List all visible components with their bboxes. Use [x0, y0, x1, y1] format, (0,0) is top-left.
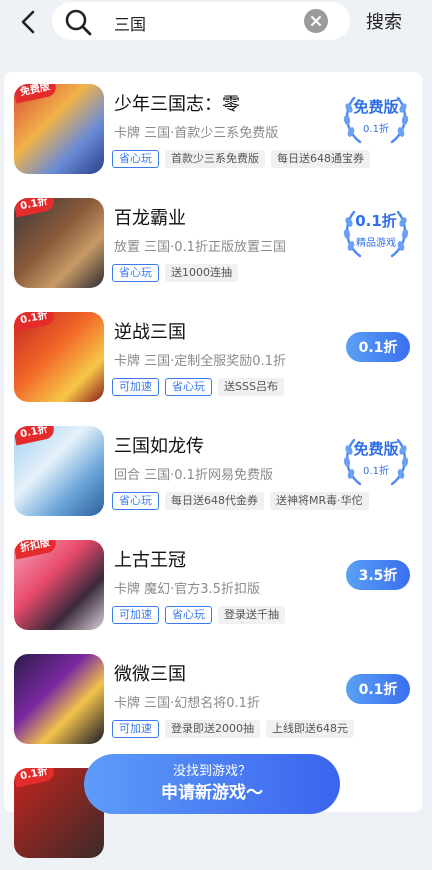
game-list: 免费版 少年三国志：零 卡牌 三国·首款少三系免费版 省心玩 首款少三系免费版 每日… — [4, 72, 422, 858]
request-game-label: 申请新游戏～ — [161, 783, 263, 803]
game-tag: 可加速 — [112, 378, 159, 396]
game-icon[interactable] — [14, 654, 104, 744]
search-icon — [65, 9, 92, 36]
game-tag: 省心玩 — [112, 150, 159, 168]
clear-search-button[interactable] — [304, 9, 328, 33]
game-title[interactable]: 少年三国志：零 — [114, 90, 240, 116]
game-title[interactable]: 三国如龙传 — [114, 432, 204, 458]
game-tag: 每日送648代金券 — [165, 492, 264, 510]
game-title[interactable]: 微微三国 — [114, 660, 186, 686]
game-tag: 首款少三系免费版 — [165, 150, 265, 168]
corner-label: 0.1折 — [14, 198, 56, 218]
game-title[interactable]: 上古王冠 — [114, 546, 186, 572]
corner-label: 0.1折 — [14, 426, 56, 446]
game-tag: 登录即送2000抽 — [165, 720, 260, 738]
game-list-item[interactable]: 免费版 少年三国志：零 卡牌 三国·首款少三系免费版 省心玩 首款少三系免费版 每日… — [4, 72, 422, 186]
discount-button[interactable]: 3.5折 — [346, 560, 410, 590]
search-button[interactable]: 搜索 — [366, 8, 402, 34]
game-tag: 可加速 — [112, 720, 159, 738]
game-icon[interactable]: 折扣版 — [14, 540, 104, 630]
game-tags: 省心玩 首款少三系免费版 每日送648通宝券 — [112, 150, 370, 168]
game-tag: 每日送648通宝券 — [271, 150, 370, 168]
game-meta: 卡牌 魔幻·官方3.5折扣版 — [114, 582, 260, 597]
game-meta: 卡牌 三国·定制全服奖励0.1折 — [114, 354, 286, 369]
game-list-item[interactable]: 0.1折 逆战三国 卡牌 三国·定制全服奖励0.1折 可加速 省心玩 送SSS吕布 … — [4, 300, 422, 414]
game-tag: 送神将MR毒·华佗 — [270, 492, 369, 510]
game-tags: 省心玩 每日送648代金券 送神将MR毒·华佗 — [112, 492, 369, 510]
request-game-prompt: 没找到游戏？ — [172, 764, 251, 779]
badge-sub-text: 精品游戏 — [356, 238, 396, 249]
game-meta: 卡牌 三国·幻想名将0.1折 — [114, 696, 260, 711]
game-tag: 省心玩 — [112, 264, 159, 282]
game-tag: 送1000连抽 — [165, 264, 238, 282]
discount-button[interactable]: 0.1折 — [346, 332, 410, 362]
game-tags: 可加速 登录即送2000抽 上线即送648元 — [112, 720, 354, 738]
corner-label: 免费版 — [14, 84, 58, 104]
game-list-item[interactable]: 微微三国 卡牌 三国·幻想名将0.1折 可加速 登录即送2000抽 上线即送648元… — [4, 642, 422, 756]
game-tags: 省心玩 送1000连抽 — [112, 264, 238, 282]
game-meta: 回合 三国·0.1折网易免费版 — [114, 468, 273, 483]
game-title[interactable]: 逆战三国 — [114, 318, 186, 344]
game-tag: 省心玩 — [165, 378, 212, 396]
back-arrow-icon — [21, 10, 35, 34]
badge-main-text: 免费版 — [353, 440, 399, 458]
game-list-item[interactable]: 0.1折 百龙霸业 放置 三国·0.1折正版放置三国 省心玩 送1000连抽 0.… — [4, 186, 422, 300]
game-meta: 卡牌 三国·首款少三系免费版 — [114, 126, 279, 141]
game-tag: 省心玩 — [165, 606, 212, 624]
search-query: 三国 — [114, 15, 147, 34]
game-title[interactable]: 百龙霸业 — [114, 204, 186, 230]
game-list-item[interactable]: 0.1折 三国如龙传 回合 三国·0.1折网易免费版 省心玩 每日送648代金券送… — [4, 414, 422, 528]
game-icon[interactable]: 0.1折 — [14, 312, 104, 402]
badge-sub-text: 0.1折 — [363, 466, 389, 477]
corner-label: 0.1折 — [14, 768, 56, 788]
game-tags: 可加速 省心玩 送SSS吕布 — [112, 378, 284, 396]
badge-sub-text: 0.1折 — [363, 124, 389, 135]
back-button[interactable] — [14, 8, 42, 36]
game-tag: 登录送千抽 — [218, 606, 285, 624]
game-tag: 上线即送648元 — [266, 720, 354, 738]
request-game-button[interactable]: 没找到游戏？ 申请新游戏～ — [84, 754, 340, 814]
close-icon — [311, 16, 321, 26]
game-tags: 可加速 省心玩 登录送千抽 — [112, 606, 285, 624]
game-tag: 可加速 — [112, 606, 159, 624]
game-icon[interactable]: 免费版 — [14, 84, 104, 174]
search-input[interactable]: 三国 — [52, 2, 350, 40]
game-tag: 送SSS吕布 — [218, 378, 284, 396]
discount-badge[interactable]: 免费版 0.1折 — [340, 90, 412, 150]
corner-label: 0.1折 — [14, 312, 56, 332]
badge-main-text: 免费版 — [353, 98, 399, 116]
game-meta: 放置 三国·0.1折正版放置三国 — [114, 240, 286, 255]
discount-badge[interactable]: 免费版 0.1折 — [340, 432, 412, 492]
badge-main-text: 0.1折 — [355, 212, 397, 230]
game-list-item[interactable]: 折扣版 上古王冠 卡牌 魔幻·官方3.5折扣版 可加速 省心玩 登录送千抽 3.5折 — [4, 528, 422, 642]
game-icon[interactable]: 0.1折 — [14, 426, 104, 516]
discount-button[interactable]: 0.1折 — [346, 674, 410, 704]
top-bar: 三国 搜索 — [0, 0, 432, 48]
game-tag: 省心玩 — [112, 492, 159, 510]
discount-badge[interactable]: 0.1折 精品游戏 — [340, 204, 412, 264]
game-icon[interactable]: 0.1折 — [14, 198, 104, 288]
corner-label: 折扣版 — [14, 540, 58, 560]
